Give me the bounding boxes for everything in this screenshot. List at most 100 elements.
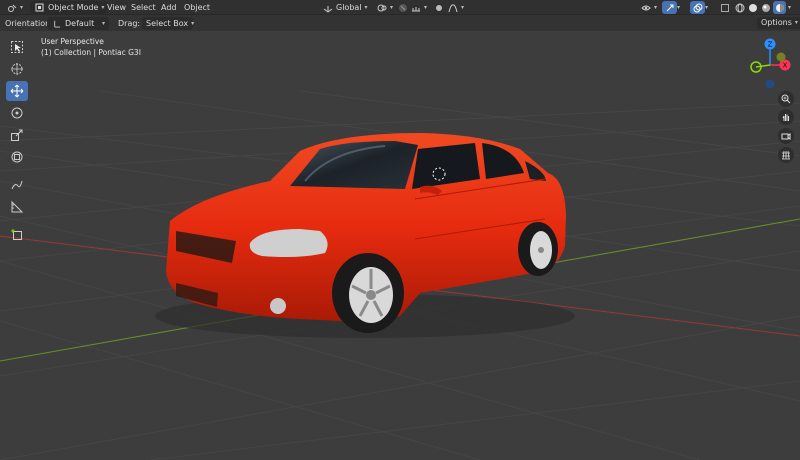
- drag-dropdown[interactable]: Select Box ▾: [142, 17, 195, 30]
- proportional-edit-icon: [433, 2, 444, 13]
- front-wheel: [332, 253, 404, 333]
- chevron-down-icon: ▾: [191, 20, 195, 27]
- chevron-down-icon: ▾: [390, 4, 394, 11]
- chevron-down-icon: ▾: [20, 4, 24, 11]
- grid-view-icon: [782, 150, 790, 160]
- car-model[interactable]: [0, 31, 800, 460]
- tool-add-cube[interactable]: [6, 225, 28, 245]
- options-label: Options: [761, 18, 792, 27]
- eye-icon: [640, 2, 651, 13]
- solid-sphere-icon: [747, 2, 758, 13]
- scale-icon: [11, 129, 23, 141]
- transform-icon: [11, 151, 23, 163]
- editor-type-icon: [6, 2, 17, 13]
- snap-target-dropdown[interactable]: ▾: [410, 1, 427, 14]
- snap-increment-icon: [410, 2, 421, 13]
- tool-select-box[interactable]: [6, 37, 28, 57]
- orientation-default-icon: [51, 18, 62, 29]
- perspective-toggle-button[interactable]: [778, 147, 794, 163]
- gizmo-icon: [664, 2, 675, 13]
- transform-orientation-dropdown[interactable]: Global ▾: [322, 1, 368, 14]
- add-cube-icon: [11, 229, 22, 240]
- chevron-down-icon: ▾: [705, 4, 709, 11]
- chevron-down-icon: ▾: [461, 4, 465, 11]
- proportional-editing-toggle[interactable]: [433, 1, 444, 14]
- editor-type-dropdown[interactable]: ▾: [6, 1, 23, 14]
- menu-object[interactable]: Object: [180, 1, 214, 14]
- tool-transform[interactable]: [6, 147, 28, 167]
- transform-orientation-label: Global: [336, 3, 362, 12]
- rotate-icon: [11, 107, 23, 119]
- gizmo-neg-y-axis: [776, 52, 786, 62]
- camera-view-button[interactable]: [778, 128, 794, 144]
- camera-icon: [781, 133, 791, 140]
- mode-dropdown[interactable]: Object Mode ▾: [30, 1, 109, 14]
- zoom-icon: [781, 94, 791, 104]
- menu-select[interactable]: Select: [127, 1, 160, 14]
- viewport-header: ▾ Object Mode ▾ View Select Add Object G…: [0, 0, 800, 15]
- shading-material-button[interactable]: [760, 1, 771, 14]
- tool-scale[interactable]: [6, 125, 28, 145]
- overlays-icon: [692, 2, 703, 13]
- 3d-viewport[interactable]: User Perspective (1) Collection | Pontia…: [0, 31, 800, 460]
- chevron-down-icon: ▾: [794, 19, 798, 26]
- pan-hand-icon: [782, 114, 789, 121]
- chevron-down-icon: ▾: [654, 4, 658, 11]
- orientation-dropdown[interactable]: Default ▾: [47, 17, 109, 30]
- menu-view[interactable]: View: [103, 1, 130, 14]
- drag-value: Select Box: [146, 19, 189, 28]
- chevron-down-icon: ▾: [788, 4, 792, 11]
- overlays-dropdown[interactable]: ▾: [705, 1, 708, 14]
- chevron-down-icon: ▾: [424, 4, 428, 11]
- tool-rotate[interactable]: [6, 103, 28, 123]
- shading-dropdown[interactable]: ▾: [788, 1, 791, 14]
- tool-move[interactable]: [6, 81, 28, 101]
- orientation-value: Default: [65, 19, 95, 28]
- visibility-dropdown[interactable]: ▾: [640, 1, 657, 14]
- shading-solid-button[interactable]: [747, 1, 758, 14]
- overlays-toggle[interactable]: [690, 1, 705, 14]
- mode-label: Object Mode: [48, 3, 99, 12]
- xray-icon: [719, 2, 730, 13]
- pivot-point-icon: [376, 2, 387, 13]
- tool-shelf: [6, 37, 28, 247]
- annotate-icon: [11, 180, 23, 190]
- orientation-axes-icon: [322, 2, 333, 13]
- proportional-falloff-dropdown[interactable]: ▾: [447, 1, 464, 14]
- tool-measure[interactable]: [6, 197, 28, 217]
- object-mode-icon: [34, 2, 45, 13]
- gizmo-neg-z-axis: [765, 79, 775, 89]
- move-icon: [10, 84, 24, 98]
- magnet-icon: [397, 2, 408, 13]
- zoom-button[interactable]: [778, 91, 794, 107]
- chevron-down-icon: ▾: [101, 20, 105, 27]
- navigation-gizmo[interactable]: X Z: [746, 37, 798, 93]
- rear-wheel: [518, 222, 558, 276]
- pan-button[interactable]: [778, 109, 794, 125]
- tool-cursor[interactable]: [6, 59, 28, 79]
- select-box-icon: [11, 41, 23, 53]
- material-sphere-icon: [760, 2, 771, 13]
- snap-toggle[interactable]: [397, 1, 408, 14]
- falloff-curve-icon: [447, 2, 458, 13]
- view-perspective-label: User Perspective: [41, 37, 104, 46]
- options-dropdown[interactable]: Options ▾: [757, 17, 800, 29]
- drag-label: Drag:: [118, 19, 141, 28]
- orientation-label: Orientation:: [5, 19, 53, 28]
- cursor-icon: [11, 63, 23, 75]
- shading-wireframe-button[interactable]: [734, 1, 745, 14]
- collection-object-label: (1) Collection | Pontiac G3I: [41, 48, 141, 57]
- chevron-down-icon: ▾: [677, 4, 681, 11]
- gizmo-toggle[interactable]: [662, 1, 677, 14]
- menu-add[interactable]: Add: [157, 1, 181, 14]
- shading-rendered-button[interactable]: [773, 1, 786, 14]
- pivot-point-dropdown[interactable]: ▾: [376, 1, 393, 14]
- measure-icon: [11, 200, 24, 213]
- gizmo-x-label: X: [783, 62, 788, 70]
- gizmo-z-label: Z: [768, 41, 773, 49]
- tool-annotate[interactable]: [6, 175, 28, 195]
- tool-settings-bar: Orientation: Default ▾ Drag: Select Box …: [0, 15, 800, 31]
- xray-toggle[interactable]: [719, 1, 730, 14]
- gizmo-dropdown[interactable]: ▾: [677, 1, 680, 14]
- wireframe-sphere-icon: [734, 2, 745, 13]
